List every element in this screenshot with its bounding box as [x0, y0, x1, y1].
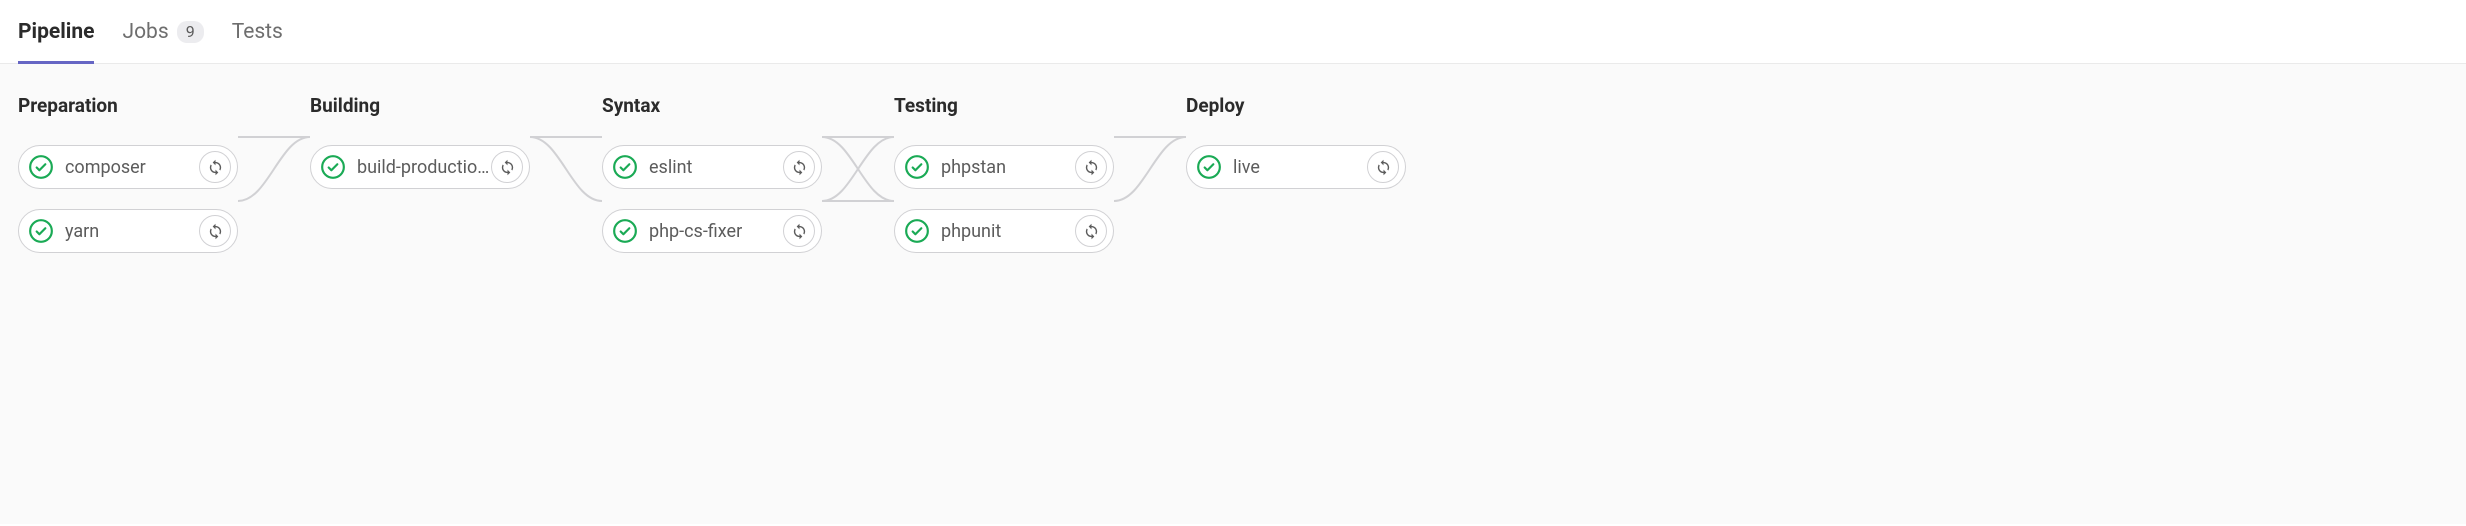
- job-live[interactable]: live: [1186, 145, 1406, 189]
- stage-title: Testing: [894, 94, 1114, 117]
- retry-button[interactable]: [1075, 215, 1107, 247]
- stage-syntax: Syntax eslint php-cs-fixer: [602, 94, 822, 273]
- stage-title: Building: [310, 94, 530, 117]
- job-eslint[interactable]: eslint: [602, 145, 822, 189]
- status-passed-icon: [27, 153, 55, 181]
- job-name: php-cs-fixer: [649, 221, 783, 242]
- pipeline-tabs: Pipeline Jobs 9 Tests: [0, 0, 2466, 64]
- retry-button[interactable]: [1075, 151, 1107, 183]
- job-name: phpstan: [941, 157, 1075, 178]
- retry-button[interactable]: [783, 151, 815, 183]
- status-passed-icon: [903, 217, 931, 245]
- status-passed-icon: [319, 153, 347, 181]
- job-yarn[interactable]: yarn: [18, 209, 238, 253]
- job-name: yarn: [65, 221, 199, 242]
- retry-button[interactable]: [783, 215, 815, 247]
- pipeline-graph: Preparation composer yarn: [0, 64, 2466, 524]
- retry-button[interactable]: [491, 151, 523, 183]
- job-name: build-productio…: [357, 157, 491, 178]
- status-passed-icon: [27, 217, 55, 245]
- job-composer[interactable]: composer: [18, 145, 238, 189]
- job-name: composer: [65, 157, 199, 178]
- job-phpstan[interactable]: phpstan: [894, 145, 1114, 189]
- tab-pipeline[interactable]: Pipeline: [18, 0, 94, 63]
- job-phpunit[interactable]: phpunit: [894, 209, 1114, 253]
- tab-jobs-label: Jobs: [122, 20, 168, 44]
- jobs-count-badge: 9: [177, 21, 204, 43]
- stage-preparation: Preparation composer yarn: [18, 94, 238, 273]
- status-passed-icon: [903, 153, 931, 181]
- status-passed-icon: [611, 217, 639, 245]
- stage-title: Deploy: [1186, 94, 1406, 117]
- tab-tests-label: Tests: [232, 20, 283, 44]
- tab-jobs[interactable]: Jobs 9: [122, 0, 203, 63]
- job-php-cs-fixer[interactable]: php-cs-fixer: [602, 209, 822, 253]
- job-name: eslint: [649, 157, 783, 178]
- stage-building: Building build-productio…: [310, 94, 530, 273]
- retry-button[interactable]: [1367, 151, 1399, 183]
- stage-deploy: Deploy live: [1186, 94, 1406, 273]
- stage-title: Syntax: [602, 94, 822, 117]
- job-build-production[interactable]: build-productio…: [310, 145, 530, 189]
- status-passed-icon: [1195, 153, 1223, 181]
- retry-button[interactable]: [199, 215, 231, 247]
- tab-tests[interactable]: Tests: [232, 0, 283, 63]
- stage-title: Preparation: [18, 94, 238, 117]
- tab-pipeline-label: Pipeline: [18, 20, 94, 44]
- stage-testing: Testing phpstan phpunit: [894, 94, 1114, 273]
- job-name: phpunit: [941, 221, 1075, 242]
- retry-button[interactable]: [199, 151, 231, 183]
- status-passed-icon: [611, 153, 639, 181]
- stages-row: Preparation composer yarn: [18, 94, 2448, 273]
- job-name: live: [1233, 157, 1367, 178]
